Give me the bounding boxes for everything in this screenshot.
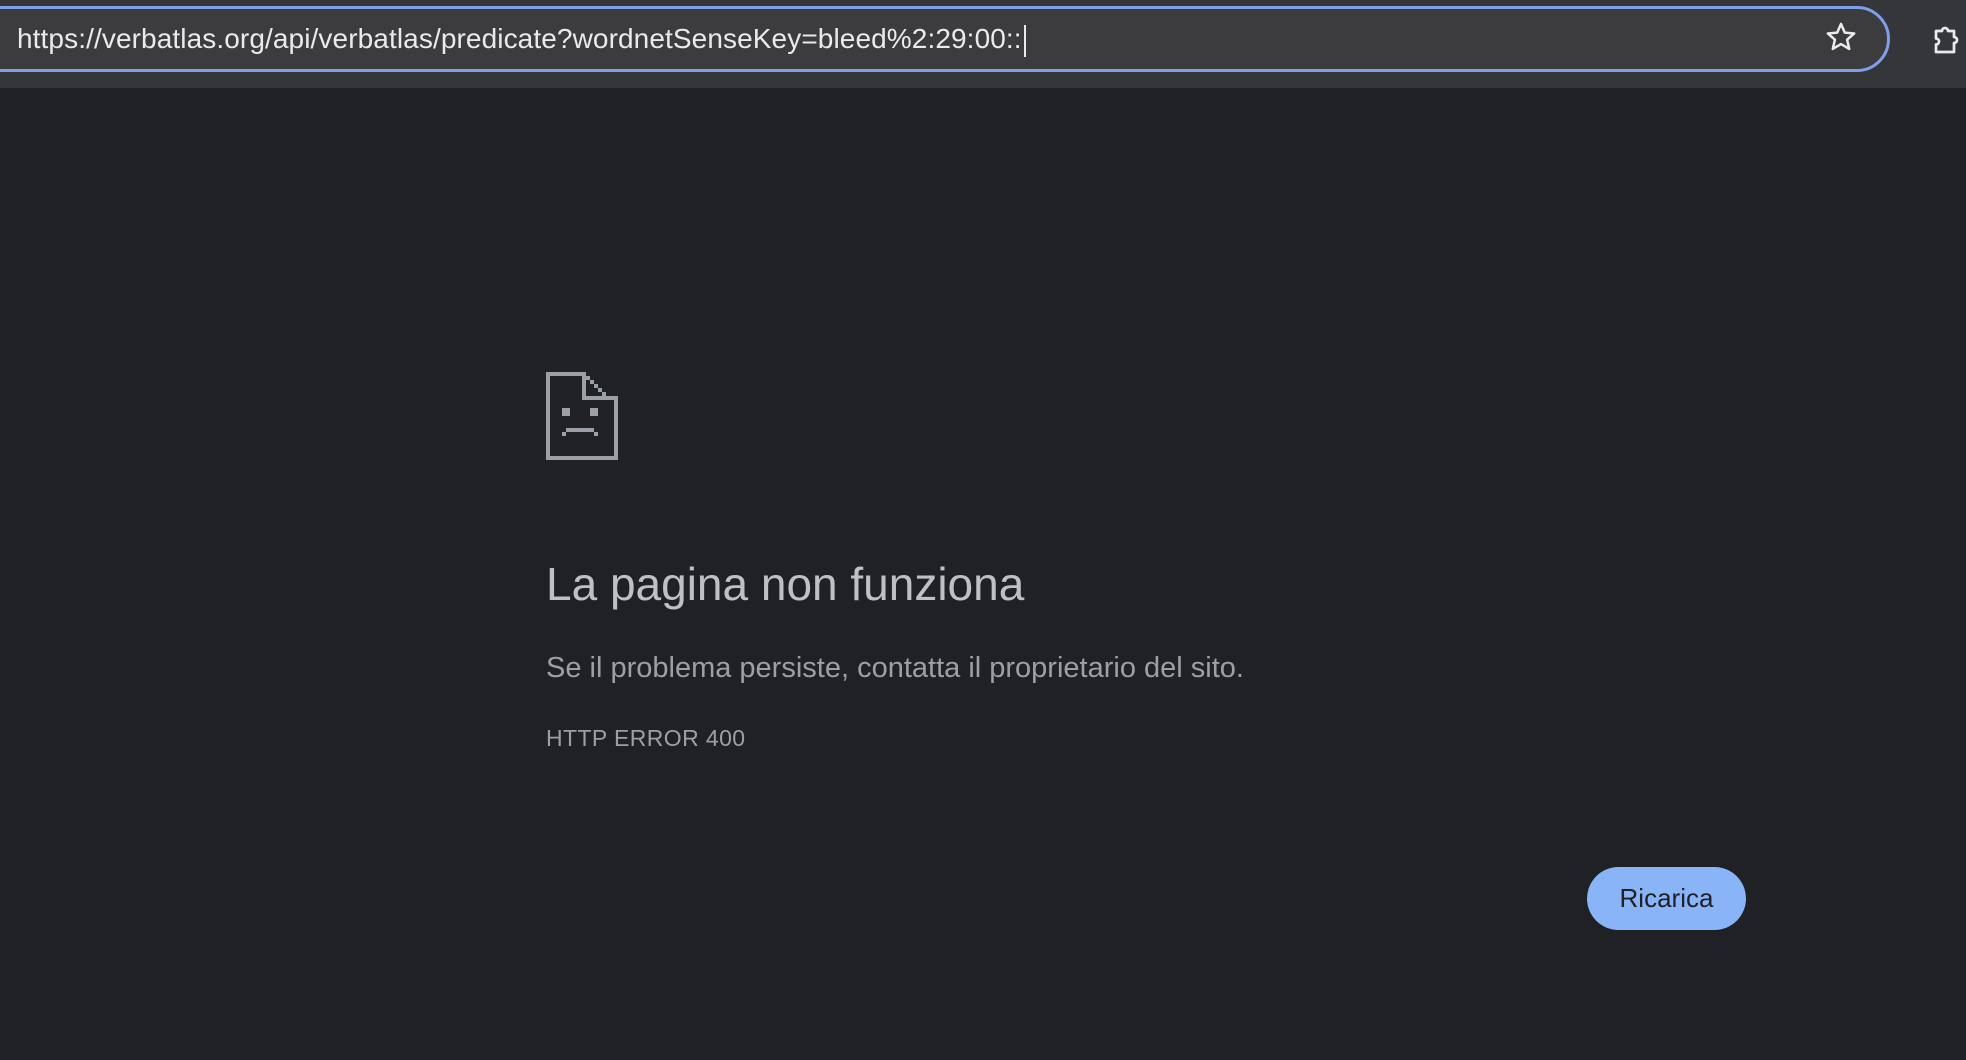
reload-button[interactable]: Ricarica [1587, 867, 1746, 930]
address-bar[interactable]: https://verbatlas.org/api/verbatlas/pred… [0, 6, 1890, 72]
url-text[interactable]: https://verbatlas.org/api/verbatlas/pred… [17, 9, 1026, 69]
text-caret [1023, 24, 1026, 57]
browser-toolbar: https://verbatlas.org/api/verbatlas/pred… [0, 0, 1966, 88]
puzzle-icon[interactable] [1930, 22, 1966, 58]
error-code: HTTP ERROR 400 [546, 725, 746, 751]
star-icon[interactable] [1824, 20, 1858, 54]
error-page: La pagina non funziona Se il problema pe… [0, 88, 1966, 1060]
sad-page-icon [546, 372, 618, 460]
error-message: Se il problema persiste, contatta il pro… [546, 652, 1244, 684]
page-title: La pagina non funziona [546, 558, 1025, 610]
